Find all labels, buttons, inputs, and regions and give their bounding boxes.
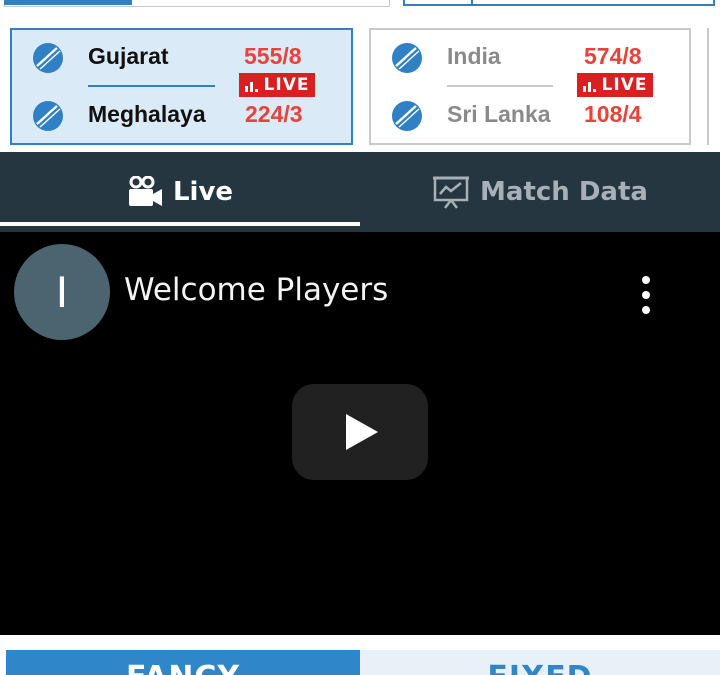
team-name-1: India xyxy=(447,43,501,69)
cricket-ball-icon xyxy=(392,101,422,131)
match-card-india-srilanka[interactable]: India 574/8 LIVE Sri Lanka 108/4 xyxy=(369,28,691,145)
tab-fancy[interactable]: FANCY xyxy=(6,650,360,675)
market-tab-bar: FANCY FIXED xyxy=(0,635,720,675)
signal-bars-icon xyxy=(244,79,258,92)
tab-fixed-label: FIXED xyxy=(487,660,592,675)
tab-fixed[interactable]: FIXED xyxy=(360,650,720,675)
active-tab-indicator xyxy=(0,222,360,226)
tab-live-label: Live xyxy=(172,177,234,207)
more-vertical-icon[interactable] xyxy=(630,276,662,314)
tab-match-data[interactable]: Match Data xyxy=(360,152,720,232)
tab-fancy-label: FANCY xyxy=(126,660,240,675)
team-name-2: Sri Lanka xyxy=(447,101,551,127)
tab-match-data-label: Match Data xyxy=(480,177,648,207)
top-selector-right[interactable] xyxy=(403,0,715,6)
video-camera-icon xyxy=(128,176,162,206)
cricket-ball-icon xyxy=(392,43,422,73)
channel-avatar[interactable]: I xyxy=(14,244,110,340)
top-selector-strip xyxy=(0,0,720,22)
signal-bars-icon xyxy=(582,79,596,92)
play-button[interactable] xyxy=(292,384,428,480)
match-card-next-edge[interactable] xyxy=(707,28,720,145)
team-name-1: Gujarat xyxy=(88,43,169,69)
live-badge: LIVE xyxy=(239,73,315,97)
top-selector-left-indicator xyxy=(4,0,132,5)
app-page: Gujarat 555/8 LIVE Meghalaya 224/3 India… xyxy=(0,0,720,675)
team-score-2: 224/3 xyxy=(245,101,303,127)
team-score-2: 108/4 xyxy=(584,101,642,127)
tab-live[interactable]: Live xyxy=(0,152,360,232)
chart-board-icon xyxy=(433,176,470,209)
team-name-2: Meghalaya xyxy=(88,101,206,127)
live-badge: LIVE xyxy=(577,73,653,97)
cricket-ball-icon xyxy=(33,43,63,73)
video-title[interactable]: Welcome Players xyxy=(124,272,388,308)
team-divider xyxy=(447,85,553,87)
top-selector-divider xyxy=(471,0,473,4)
match-card-gujarat-meghalaya[interactable]: Gujarat 555/8 LIVE Meghalaya 224/3 xyxy=(10,28,353,145)
video-player[interactable]: I Welcome Players xyxy=(0,232,720,635)
live-label: LIVE xyxy=(263,75,310,95)
play-icon xyxy=(346,414,378,450)
live-label: LIVE xyxy=(601,75,648,95)
team-score-1: 555/8 xyxy=(244,43,302,69)
team-score-1: 574/8 xyxy=(584,43,642,69)
cricket-ball-icon xyxy=(33,101,63,131)
view-tab-bar: Live Match Data xyxy=(0,152,720,232)
team-divider xyxy=(88,85,215,87)
